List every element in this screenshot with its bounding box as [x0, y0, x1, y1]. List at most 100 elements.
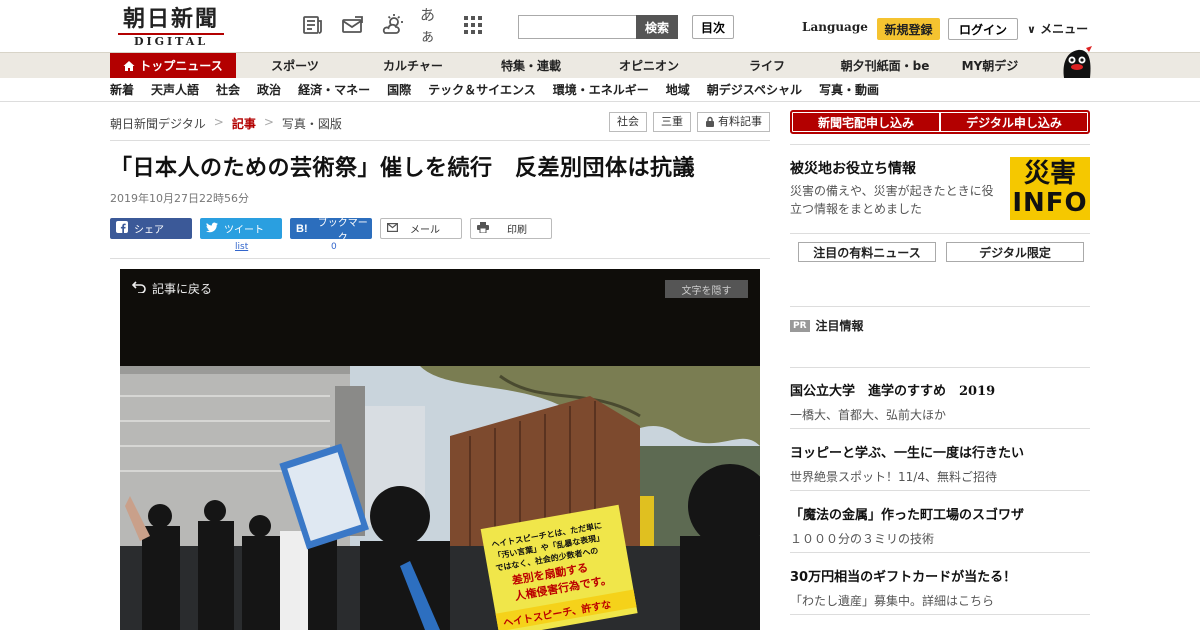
paid-news-button[interactable]: 注目の有料ニュース	[798, 242, 936, 262]
tag-mie[interactable]: 三重	[653, 112, 691, 132]
article-date: 2019年10月27日22時56分	[110, 192, 249, 205]
nav-features[interactable]: 特集・連載	[472, 53, 590, 79]
mascot-icon[interactable]	[1058, 44, 1094, 80]
breadcrumb-separator: >	[213, 115, 224, 129]
mail-icon[interactable]	[340, 12, 366, 38]
tag-paid[interactable]: 有料記事	[697, 112, 770, 132]
subnav-item-tech[interactable]: テック＆サイエンス	[428, 78, 536, 102]
subnav-item-environment[interactable]: 環境・エネルギー	[553, 78, 649, 102]
register-button[interactable]: 新規登録	[877, 18, 940, 40]
pr-list-item[interactable]: ヨッピーと学ぶ、一生に一度は行きたい 世界絶景スポット！11/4、無料ご招待	[790, 442, 1090, 485]
digital-subscribe-button[interactable]: デジタル申し込み	[941, 113, 1087, 131]
photo-viewer-bar: 記事に戻る 文字を隠す	[120, 269, 760, 366]
divider	[790, 367, 1090, 368]
divider	[790, 144, 1090, 145]
pr-item-subtitle: １０００分の３ミリの技術	[790, 532, 935, 546]
subnav-item-special[interactable]: 朝デジスペシャル	[707, 78, 802, 102]
subnav-item-international[interactable]: 国際	[387, 78, 411, 102]
menu-label: メニュー	[1040, 22, 1089, 36]
article-headline: 「日本人のための芸術祭」催しを続行 反差別団体は抗議	[110, 156, 696, 181]
divider	[790, 490, 1090, 491]
divider	[110, 258, 770, 259]
site-logo[interactable]: 朝日新聞 DIGITAL	[112, 6, 230, 48]
nav-opinion[interactable]: オピニオン	[590, 53, 708, 79]
pr-list-item[interactable]: 30万円相当のギフトカードが当たる！ 「わたし遺産」募集中。詳細はこちら	[790, 566, 1090, 609]
logo-sub-text: DIGITAL	[118, 33, 224, 48]
facebook-share-button[interactable]: シェア	[110, 218, 192, 239]
font-size-icon-text: あぁ	[420, 6, 436, 45]
tag-paid-label: 有料記事	[718, 115, 762, 128]
printer-icon	[477, 221, 489, 236]
disaster-info-badge[interactable]: 災害 INFO	[1010, 157, 1090, 220]
main-nav: トップニュース スポーツ カルチャー 特集・連載 オピニオン ライフ 朝夕刊紙面…	[0, 52, 1200, 79]
language-link[interactable]: Language	[802, 20, 868, 34]
pr-section-header: PR 注目情報	[790, 317, 864, 334]
subnav-item-society[interactable]: 社会	[216, 78, 240, 102]
twitter-count[interactable]: list	[235, 242, 248, 252]
subscription-buttons: 新聞宅配申し込み デジタル申し込み	[790, 110, 1090, 134]
facebook-icon	[116, 221, 128, 236]
header-tool-icons: あぁ	[300, 6, 486, 45]
pr-item-subtitle: 世界絶景スポット！11/4、無料ご招待	[790, 470, 997, 484]
divider	[790, 614, 1090, 615]
chevron-down-icon: ∨	[1027, 23, 1036, 36]
hatena-bookmark-button[interactable]: B! ブックマーク	[290, 218, 372, 244]
breadcrumb-separator: >	[263, 115, 274, 129]
breadcrumb: 朝日新聞デジタル > 記事 > 写真・図版	[110, 115, 342, 132]
menu-button[interactable]: ∨ メニュー	[1027, 20, 1088, 37]
back-to-article-label: 記事に戻る	[152, 282, 213, 296]
divider	[790, 552, 1090, 553]
subnav-item-new[interactable]: 新着	[110, 78, 134, 102]
sub-nav: 新着 天声人語 社会 政治 経済・マネー 国際 テック＆サイエンス 環境・エネル…	[0, 78, 1200, 102]
disaster-info-title[interactable]: 被災地お役立ち情報	[790, 158, 916, 178]
subnav-item-tenseijingo[interactable]: 天声人語	[151, 78, 199, 102]
pr-section-title: 注目情報	[815, 319, 864, 333]
newspaper-subscribe-button[interactable]: 新聞宅配申し込み	[793, 113, 939, 131]
search-input[interactable]	[518, 15, 637, 39]
twitter-share-label: ツイート	[224, 225, 264, 236]
site-header: 朝日新聞 DIGITAL あぁ 検索 目次 Language 新規登録 ログイン…	[0, 0, 1200, 52]
back-to-article-link[interactable]: 記事に戻る	[131, 280, 213, 297]
nav-culture[interactable]: カルチャー	[354, 53, 472, 79]
grid-icon[interactable]	[460, 12, 486, 38]
subnav-item-economy[interactable]: 経済・マネー	[298, 78, 370, 102]
index-button[interactable]: 目次	[692, 15, 734, 39]
breadcrumb-current: 写真・図版	[281, 117, 342, 131]
pr-list-item[interactable]: 国公立大学 進学のすすめ 2019 一橋大、首都大、弘前大ほか	[790, 380, 1090, 423]
weather-icon[interactable]	[380, 12, 406, 38]
font-size-icon[interactable]: あぁ	[420, 6, 446, 45]
disaster-badge-text-2: INFO	[1012, 188, 1088, 218]
nav-my-asadigi[interactable]: MY朝デジ	[944, 53, 1036, 79]
article-tags: 社会 三重 有料記事	[609, 112, 770, 132]
hide-text-button[interactable]: 文字を隠す	[665, 280, 748, 298]
nav-sports[interactable]: スポーツ	[236, 53, 354, 79]
twitter-icon	[206, 222, 218, 236]
search-button[interactable]: 検索	[636, 15, 678, 39]
tag-society[interactable]: 社会	[609, 112, 647, 132]
nav-top-news[interactable]: トップニュース	[110, 53, 236, 79]
digital-only-button[interactable]: デジタル限定	[946, 242, 1084, 262]
print-button[interactable]: 印刷	[470, 218, 552, 239]
nav-newspaper[interactable]: 朝夕刊紙面・be	[826, 53, 944, 79]
disaster-info-description[interactable]: 災害の備えや、災害が起きたときに役立つ情報をまとめました	[790, 182, 1005, 218]
divider	[790, 306, 1090, 307]
pr-item-title: 「魔法の金属」作った町工場のスゴワザ	[790, 508, 1025, 523]
breadcrumb-root[interactable]: 朝日新聞デジタル	[110, 115, 206, 132]
twitter-share-button[interactable]: ツイート	[200, 218, 282, 239]
facebook-share-label: シェア	[134, 225, 164, 236]
subnav-item-photo[interactable]: 写真・動画	[819, 78, 879, 102]
login-button[interactable]: ログイン	[948, 18, 1018, 40]
pr-item-subtitle: 一橋大、首都大、弘前大ほか	[790, 408, 947, 422]
breadcrumb-section[interactable]: 記事	[232, 115, 256, 132]
subnav-item-region[interactable]: 地域	[666, 78, 690, 102]
hatena-count[interactable]: 0	[331, 242, 337, 252]
hatena-bookmark-icon: B!	[296, 222, 308, 235]
subnav-item-politics[interactable]: 政治	[257, 78, 281, 102]
pr-item-title: ヨッピーと学ぶ、一生に一度は行きたい	[790, 446, 1025, 461]
paper-icon[interactable]	[300, 12, 326, 38]
nav-life[interactable]: ライフ	[708, 53, 826, 79]
pr-list-item[interactable]: 「魔法の金属」作った町工場のスゴワザ １０００分の３ミリの技術	[790, 504, 1090, 547]
pr-item-title: 国公立大学 進学のすすめ 2019	[790, 384, 996, 399]
divider	[110, 140, 770, 141]
mail-share-button[interactable]: メール	[380, 218, 462, 239]
